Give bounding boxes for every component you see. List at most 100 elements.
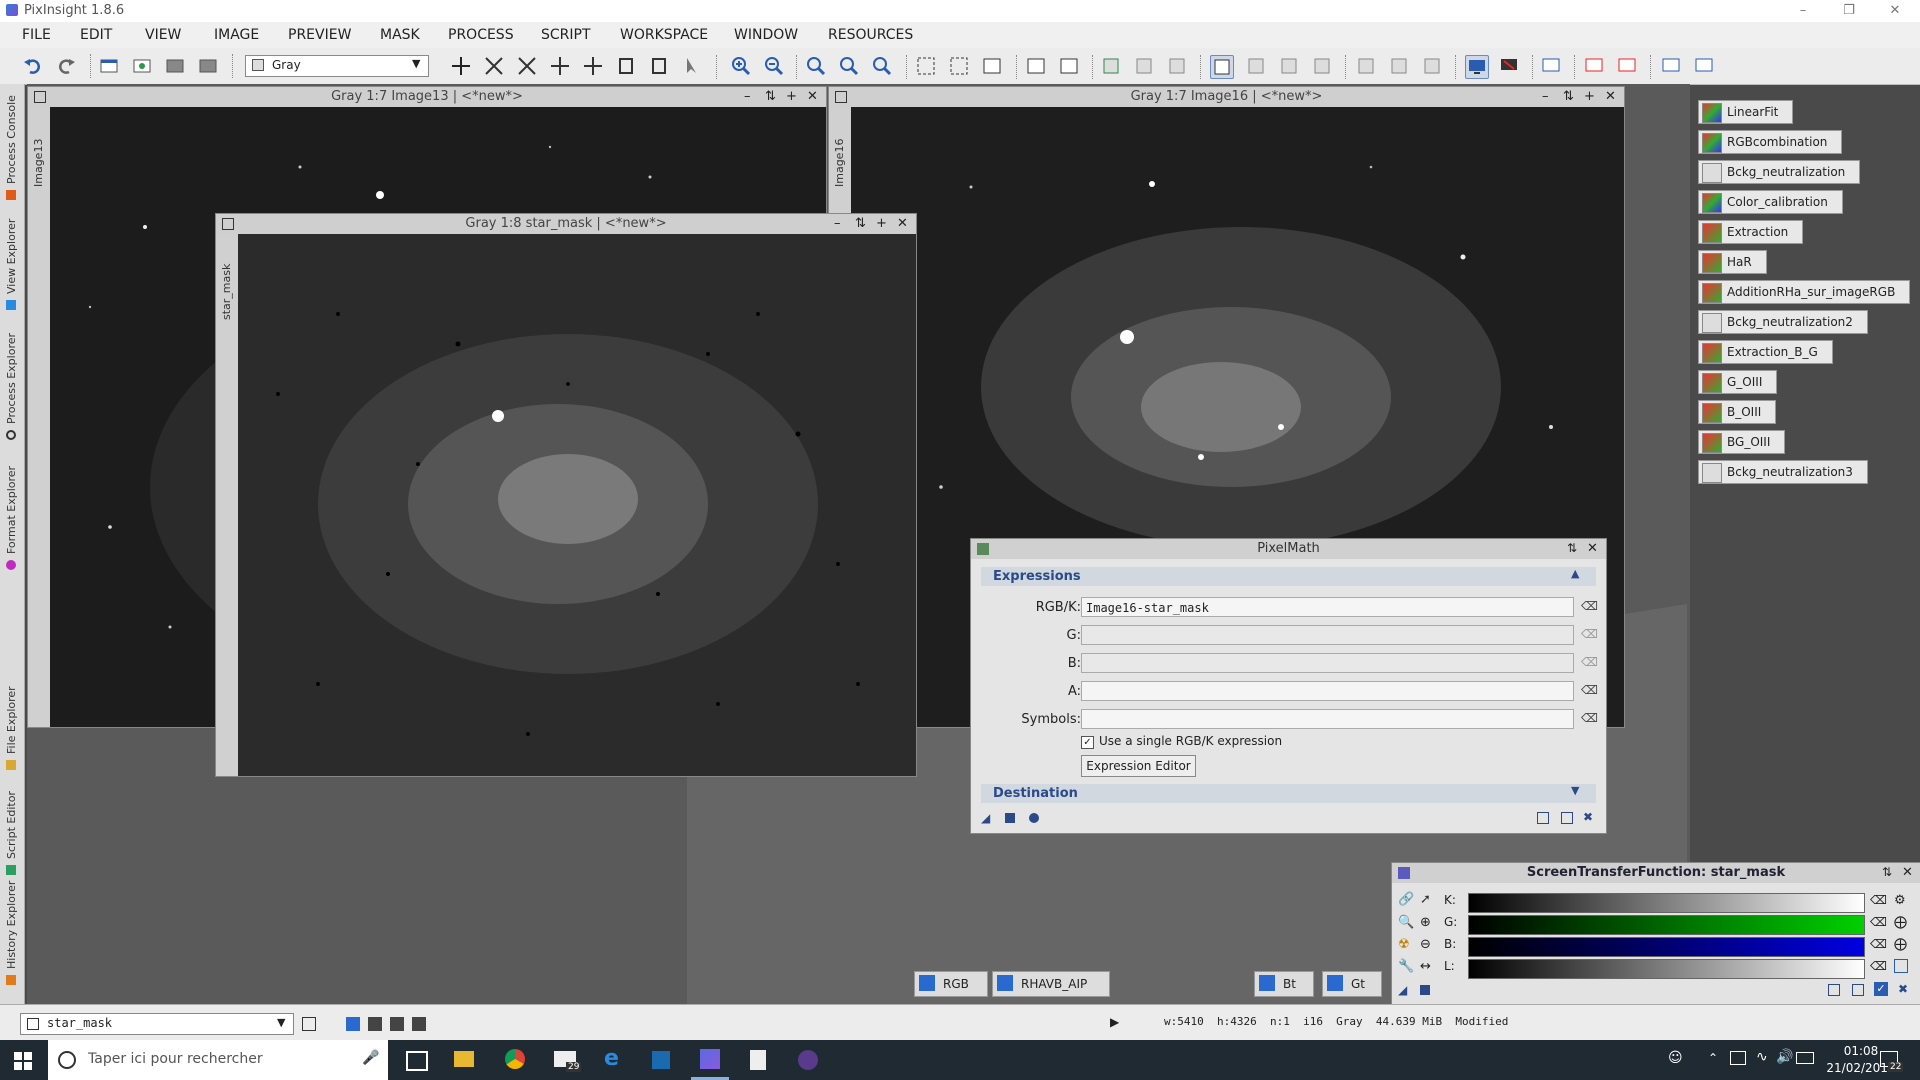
- channel-dark-icon[interactable]: [390, 1017, 404, 1031]
- script-icon-3[interactable]: [1166, 55, 1188, 77]
- close-button[interactable]: ✕: [1872, 0, 1918, 22]
- tab-process-explorer[interactable]: Process Explorer: [5, 333, 18, 424]
- edge-icon[interactable]: e: [604, 1046, 619, 1071]
- view-select[interactable]: star_mask ▼: [20, 1013, 294, 1035]
- redo-icon[interactable]: [55, 55, 77, 77]
- l-channel-bar[interactable]: [1468, 959, 1865, 979]
- workspace-active-icon[interactable]: [1210, 55, 1234, 79]
- monitor-icon[interactable]: [1465, 55, 1489, 79]
- tray-expand-icon[interactable]: ⌃: [1708, 1051, 1718, 1065]
- screen-icon-4[interactable]: [1660, 55, 1682, 77]
- menu-file[interactable]: FILE: [22, 27, 51, 43]
- close-icon[interactable]: ✕: [1587, 541, 1598, 556]
- process-icon-d[interactable]: [1355, 55, 1377, 77]
- select-preview-icon[interactable]: [948, 55, 970, 77]
- minimize-icon[interactable]: –: [834, 216, 841, 231]
- menu-image[interactable]: IMAGE: [214, 27, 259, 43]
- screen-icon[interactable]: [1894, 959, 1908, 973]
- pixinsight-taskbar-icon[interactable]: [700, 1049, 720, 1069]
- auto-stretch-icon[interactable]: ⚙: [1894, 893, 1906, 908]
- k-channel-bar[interactable]: [1468, 893, 1865, 913]
- mask-show-icon[interactable]: [1025, 55, 1047, 77]
- center-mode-icon[interactable]: [582, 55, 604, 77]
- script-icon-2[interactable]: [1133, 55, 1155, 77]
- close-dialog-icon[interactable]: ✖: [1898, 982, 1908, 996]
- close-icon[interactable]: ✕: [1902, 865, 1913, 880]
- clear-symbols-icon[interactable]: ⌫: [1581, 711, 1598, 725]
- apply-global-icon[interactable]: [1005, 813, 1015, 823]
- maximize-icon[interactable]: +: [786, 89, 797, 104]
- pan-mode-icon[interactable]: [549, 55, 571, 77]
- maximize-icon[interactable]: +: [876, 216, 887, 231]
- menu-preview[interactable]: PREVIEW: [288, 27, 351, 43]
- zoom-1-1-icon[interactable]: [805, 55, 827, 77]
- apply-global-icon[interactable]: [1420, 985, 1430, 995]
- ok-icon[interactable]: ✓: [1874, 982, 1888, 996]
- view-tab-image16[interactable]: Image16: [833, 139, 846, 187]
- script-icon-1[interactable]: [1100, 55, 1122, 77]
- tab-format-explorer[interactable]: Format Explorer: [5, 466, 18, 554]
- process-icon-linearfit[interactable]: LinearFit: [1698, 100, 1794, 124]
- process-icon-f[interactable]: [1421, 55, 1443, 77]
- image-window-star-mask[interactable]: Gray 1:8 star_mask | <*new*> – ⇅ + ✕ sta…: [215, 213, 917, 777]
- process-icon-color-calibration[interactable]: Color_calibration: [1698, 190, 1843, 214]
- close-image-icon[interactable]: [197, 55, 219, 77]
- app-icon-1[interactable]: [652, 1051, 670, 1069]
- save-image-icon[interactable]: [164, 55, 186, 77]
- window-icon[interactable]: [981, 55, 1003, 77]
- shade-icon[interactable]: ⇅: [1567, 541, 1577, 555]
- reset-icon[interactable]: [1561, 812, 1573, 824]
- screen-icon-3[interactable]: [1616, 55, 1638, 77]
- menu-mask[interactable]: MASK: [380, 27, 420, 43]
- chrome-icon[interactable]: [505, 1049, 525, 1069]
- menu-resources[interactable]: RESOURCES: [828, 27, 913, 43]
- display-channel-select[interactable]: Gray ▼: [245, 55, 429, 77]
- process-icon-har[interactable]: HaR: [1698, 250, 1767, 274]
- wrench-icon[interactable]: 🔧: [1398, 959, 1414, 974]
- expressions-section[interactable]: Expressions: [981, 567, 1596, 586]
- symbols-field[interactable]: [1081, 709, 1574, 729]
- close-icon[interactable]: ✕: [1605, 89, 1616, 104]
- zoom-in-plus-icon[interactable]: ⊕: [1420, 915, 1431, 930]
- app-icon-2[interactable]: [798, 1050, 818, 1070]
- channel-dark-icon[interactable]: [368, 1017, 382, 1031]
- reset-k-icon[interactable]: ⌫: [1870, 893, 1887, 907]
- process-icon-b[interactable]: [1278, 55, 1300, 77]
- zoom-reset-icon[interactable]: [871, 55, 893, 77]
- tab-script-editor[interactable]: Script Editor: [5, 791, 18, 859]
- zoom-out-icon[interactable]: [763, 55, 785, 77]
- expression-editor-button[interactable]: Expression Editor: [1081, 755, 1196, 777]
- menu-edit[interactable]: EDIT: [80, 27, 112, 43]
- zoom-in-icon[interactable]: 🔍: [1398, 915, 1414, 930]
- undo-icon[interactable]: [22, 55, 44, 77]
- reset-l-icon[interactable]: ⌫: [1870, 959, 1887, 973]
- fit-view-icon[interactable]: [516, 55, 538, 77]
- process-icon-rgbcombination[interactable]: RGBcombination: [1698, 130, 1843, 154]
- close-icon[interactable]: ✕: [897, 216, 908, 231]
- collapse-icon[interactable]: ▲: [1571, 567, 1579, 580]
- mask-invert-icon[interactable]: [1058, 55, 1080, 77]
- close-dialog-icon[interactable]: ✖: [1583, 810, 1593, 824]
- minimize-icon[interactable]: –: [744, 89, 751, 104]
- view-mode-icon[interactable]: [302, 1017, 316, 1031]
- monitor-red-icon[interactable]: [1498, 55, 1520, 77]
- tab-process-console[interactable]: Process Console: [5, 95, 18, 184]
- channel-blue-icon[interactable]: [346, 1017, 360, 1031]
- pointer-icon[interactable]: [681, 55, 703, 77]
- start-icon[interactable]: [14, 1052, 32, 1070]
- single-expression-checkbox[interactable]: ✓: [1081, 736, 1094, 749]
- menu-script[interactable]: SCRIPT: [541, 27, 591, 43]
- new-preview-icon[interactable]: [615, 55, 637, 77]
- b-expression-field[interactable]: [1081, 653, 1574, 673]
- file-explorer-icon[interactable]: [454, 1051, 474, 1067]
- network-icon[interactable]: [1730, 1051, 1746, 1065]
- minimize-button[interactable]: –: [1780, 0, 1826, 22]
- readout-mode-icon[interactable]: [450, 55, 472, 77]
- browse-doc-icon[interactable]: [1828, 984, 1840, 996]
- a-expression-field[interactable]: [1081, 681, 1574, 701]
- browse-doc-icon[interactable]: [1537, 812, 1549, 824]
- edit-preview-icon[interactable]: [648, 55, 670, 77]
- calculator-icon[interactable]: [750, 1050, 766, 1070]
- expand-icon[interactable]: ▼: [1571, 784, 1579, 797]
- process-icon-bckg-neutralization3[interactable]: Bckg_neutralization3: [1698, 460, 1868, 484]
